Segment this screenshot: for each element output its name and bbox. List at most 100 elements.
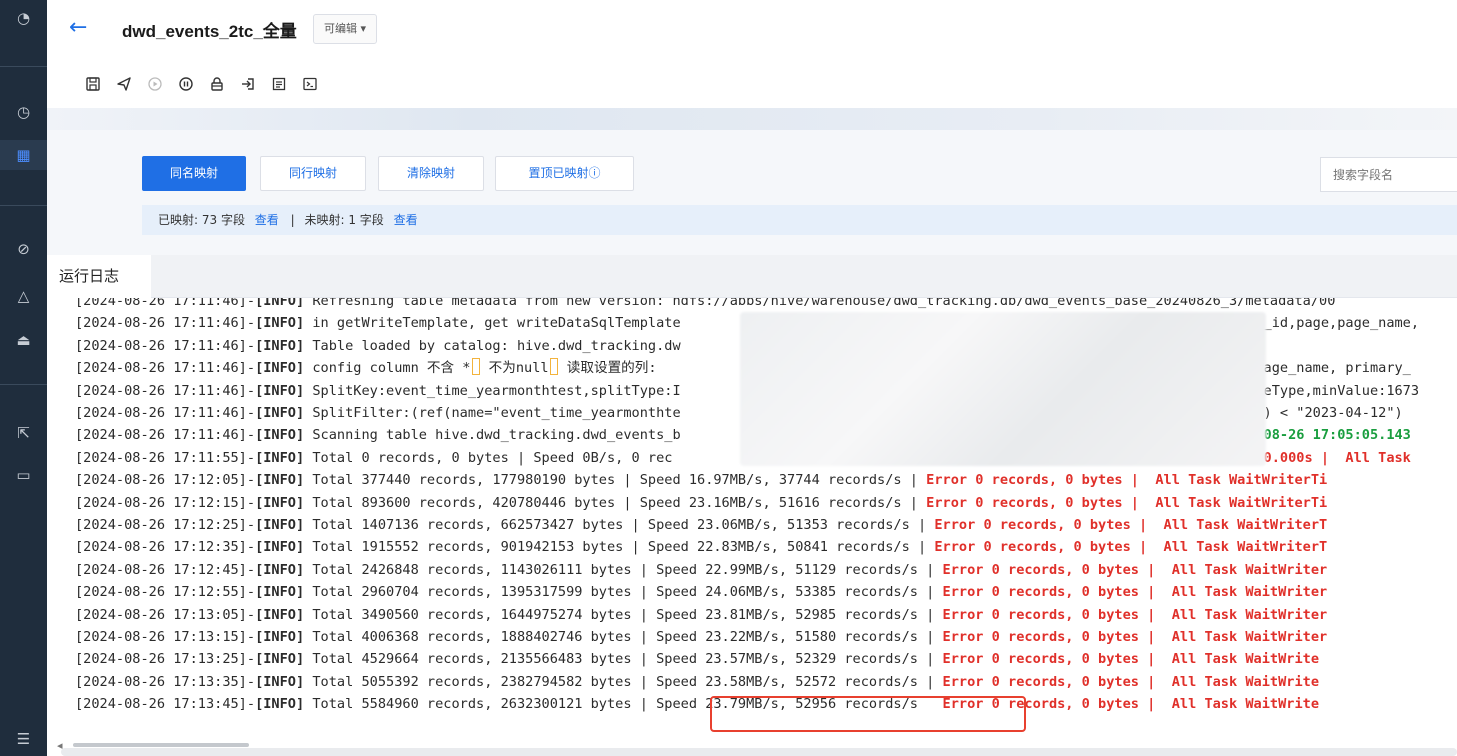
- log-line-tail: DateType,minValue:1673: [1239, 380, 1419, 402]
- log-level: [INFO]: [255, 405, 305, 421]
- back-arrow-icon[interactable]: ←: [69, 16, 93, 40]
- log-level: [INFO]: [255, 449, 305, 466]
- log-line-tail: pen_id,page,page_name,: [1239, 312, 1419, 334]
- log-message: Total 0 records, 0 bytes | Speed 0B/s, 0…: [304, 449, 673, 466]
- menu-fold-icon[interactable]: ☰: [0, 724, 47, 754]
- log-level: [INFO]: [255, 673, 305, 690]
- speed-highlight-box: [710, 696, 1026, 732]
- log-message: Total 2426848 records, 1143026111 bytes …: [304, 561, 943, 578]
- log-level: [INFO]: [255, 315, 305, 332]
- log-level: [INFO]: [255, 696, 305, 713]
- view-mapped-link[interactable]: 查看: [255, 213, 279, 227]
- tab-run-log[interactable]: 运行日志: [47, 255, 151, 298]
- scrollbar-thumb[interactable]: [73, 743, 249, 747]
- log-timestamp: [2024-08-26 17:11:46]-: [75, 360, 256, 377]
- highlight-marker: [549, 358, 558, 376]
- log-message: Refreshing table metadata from new versi…: [304, 298, 1336, 309]
- run-log-panel: [2024-08-26 17:11:46]-[INFO] Refreshing …: [47, 298, 1457, 738]
- log-line: [2024-08-26 17:11:46]-[INFO] Table loade…: [75, 335, 681, 357]
- log-line: [2024-08-26 17:12:05]-[INFO] Total 37744…: [75, 469, 1327, 491]
- log-error-stats: Error 0 records, 0 bytes | All Task Wait…: [926, 472, 1328, 489]
- log-timestamp: [2024-08-26 17:11:46]-: [75, 315, 256, 332]
- log-message: Total 1915552 records, 901942153 bytes |…: [304, 539, 935, 556]
- log-error-stats: Error 0 records, 0 bytes | All Task Wait…: [942, 584, 1328, 601]
- table-icon[interactable]: ▦: [0, 140, 47, 170]
- publish-icon[interactable]: [108, 72, 139, 96]
- left-nav-rail: ◔ ◷ ▦ ⊘ △ ⏏ ⇱ ▭ ☰: [0, 0, 47, 756]
- log-line: [2024-08-26 17:12:15]-[INFO] Total 89360…: [75, 492, 1327, 514]
- log-level: [INFO]: [255, 606, 305, 623]
- compass-icon[interactable]: ⊘: [0, 234, 47, 264]
- log-message: in getWriteTemplate, get writeDataSqlTem…: [304, 315, 681, 332]
- pie-chart-icon[interactable]: ◔: [0, 3, 47, 33]
- log-timestamp: [2024-08-26 17:11:55]-: [75, 449, 256, 466]
- log-message: Total 1407136 records, 662573427 bytes |…: [304, 517, 935, 533]
- warning-icon[interactable]: △: [0, 281, 47, 311]
- log-message-part: 读取设置的列:: [558, 360, 657, 377]
- log-timestamp: [2024-08-26 17:12:25]-: [75, 517, 256, 533]
- task-header: ← dwd_events_2tc_全量 可编辑 ▾: [47, 0, 1457, 108]
- log-timestamp: [2024-08-26 17:13:35]-: [75, 673, 256, 690]
- scroll-left-arrow-icon[interactable]: ◂: [57, 739, 63, 752]
- rail-divider: [0, 66, 47, 67]
- log-timestamp: [2024-08-26 17:12:15]-: [75, 494, 256, 511]
- import-icon[interactable]: [232, 72, 263, 96]
- field-search-input[interactable]: [1320, 157, 1457, 192]
- log-message: Total 893600 records, 420780446 bytes | …: [304, 494, 927, 511]
- scrollbar-track[interactable]: [61, 748, 1457, 756]
- log-line-tail-text: DateType,minValue:1673: [1239, 382, 1420, 399]
- log-error-stats: Error 0 records, 0 bytes | All Task Wait…: [934, 539, 1328, 556]
- log-line: [2024-08-26 17:13:25]-[INFO] Total 45296…: [75, 648, 1319, 670]
- lock-icon[interactable]: [201, 72, 232, 96]
- log-message: SplitFilter:(ref(name="event_time_yearmo…: [304, 405, 681, 421]
- pin-mapped-button[interactable]: 置顶已映射ⓘ: [495, 156, 634, 191]
- log-line: [2024-08-26 17:12:55]-[INFO] Total 29607…: [75, 581, 1327, 603]
- log-timestamp: [2024-08-26 17:13:05]-: [75, 606, 256, 623]
- run-icon[interactable]: [139, 72, 170, 96]
- header-banner: [47, 108, 1457, 130]
- log-line: [2024-08-26 17:13:05]-[INFO] Total 34905…: [75, 604, 1327, 626]
- log-tab-bar: 运行日志: [47, 255, 1457, 298]
- highlight-marker: [471, 358, 480, 376]
- log-timestamp: [2024-08-26 17:11:46]-: [75, 427, 256, 444]
- redacted-region: [740, 312, 1266, 466]
- view-unmapped-link[interactable]: 查看: [394, 213, 418, 227]
- log-level: [INFO]: [255, 427, 305, 444]
- monitor-icon[interactable]: ⏏: [0, 325, 47, 355]
- log-error-stats: Error 0 records, 0 bytes | All Task Wait…: [934, 517, 1328, 533]
- log-level: [INFO]: [255, 494, 305, 511]
- log-error-stats: Error 0 records, 0 bytes | All Task Wait…: [942, 629, 1328, 645]
- folder-icon[interactable]: ▭: [0, 460, 47, 490]
- log-message: config column 不含 *: [304, 360, 471, 377]
- unmapped-count: 未映射: 1 字段: [304, 213, 384, 227]
- log-message: Scanning table hive.dwd_tracking.dwd_eve…: [304, 427, 681, 444]
- terminal-icon[interactable]: [294, 72, 325, 96]
- log-line: [2024-08-26 17:13:15]-[INFO] Total 40063…: [75, 626, 1327, 648]
- log-line: [2024-08-26 17:11:46]-[INFO] in getWrite…: [75, 312, 681, 334]
- log-line: [2024-08-26 17:12:35]-[INFO] Total 19155…: [75, 536, 1327, 558]
- log-message: Total 4006368 records, 1888402746 bytes …: [304, 629, 943, 645]
- log-level: [INFO]: [255, 629, 305, 645]
- log-line: [2024-08-26 17:11:55]-[INFO] Total 0 rec…: [75, 447, 672, 469]
- log-message: Total 4529664 records, 2135566483 bytes …: [304, 651, 943, 668]
- log-line-tail-text: pen_id,page,page_name,: [1239, 315, 1420, 332]
- log-error-stats: Error 0 records, 0 bytes | All Task Wait…: [942, 561, 1328, 578]
- share-icon[interactable]: ⇱: [0, 418, 47, 448]
- same-name-mapping-button[interactable]: 同名映射: [142, 156, 246, 191]
- pause-icon[interactable]: [170, 72, 201, 96]
- horizontal-scrollbar[interactable]: ◂: [47, 738, 1457, 756]
- log-level: [INFO]: [255, 517, 305, 533]
- log-timestamp: [2024-08-26 17:13:45]-: [75, 696, 256, 713]
- clear-mapping-button[interactable]: 清除映射: [378, 156, 484, 191]
- format-icon[interactable]: [263, 72, 294, 96]
- log-timestamp: [2024-08-26 17:13:15]-: [75, 629, 256, 645]
- save-icon[interactable]: [77, 72, 108, 96]
- log-message: Table loaded by catalog: hive.dwd_tracki…: [304, 337, 681, 354]
- log-line: [2024-08-26 17:12:25]-[INFO] Total 14071…: [75, 514, 1327, 536]
- edit-status-dropdown[interactable]: 可编辑 ▾: [313, 14, 378, 44]
- clock-icon[interactable]: ◷: [0, 97, 47, 127]
- same-row-mapping-button[interactable]: 同行映射: [260, 156, 366, 191]
- log-level: [INFO]: [255, 539, 305, 556]
- task-title: dwd_events_2tc_全量: [122, 22, 297, 41]
- log-timestamp: [2024-08-26 17:12:55]-: [75, 584, 256, 601]
